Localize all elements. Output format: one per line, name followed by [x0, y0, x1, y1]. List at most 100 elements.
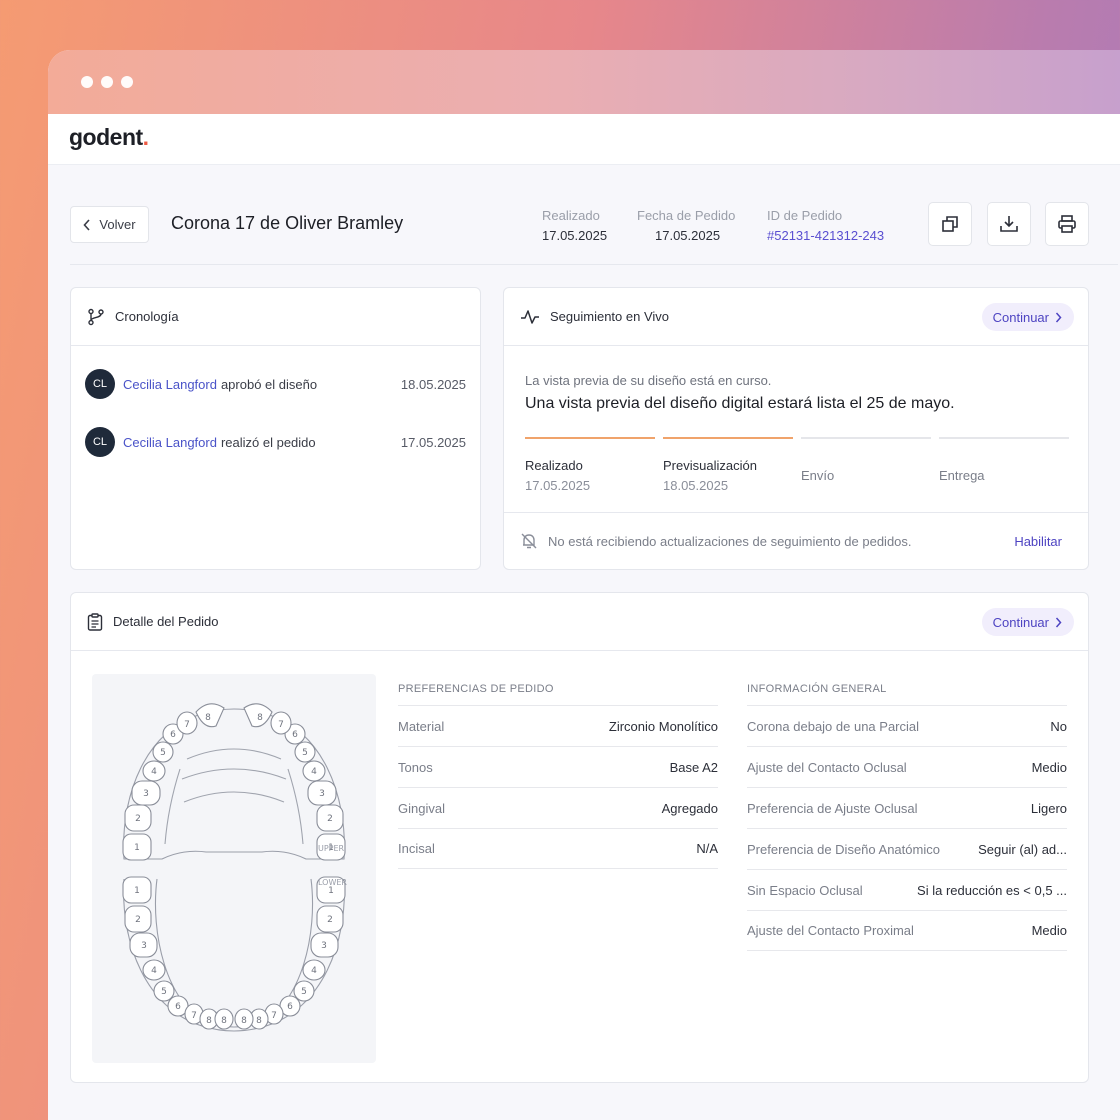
- bell-off-icon: [521, 533, 537, 549]
- svg-text:6: 6: [175, 1002, 181, 1012]
- logo[interactable]: godent.: [69, 124, 149, 151]
- svg-text:4: 4: [151, 767, 157, 777]
- window-dot-icon[interactable]: [101, 76, 113, 88]
- kv-row: Tonos Base A2: [398, 746, 718, 787]
- tooth-chart: 12345678 12345678 123456788 123456788 UP…: [92, 674, 376, 1063]
- tracking-message: Una vista previa del diseño digital esta…: [525, 395, 955, 412]
- step-entrega: Entrega: [939, 437, 1069, 483]
- meta-label: Fecha de Pedido: [637, 208, 736, 223]
- timeline-title: Cronología: [115, 309, 179, 324]
- back-button[interactable]: Volver: [70, 206, 149, 243]
- continue-label: Continuar: [992, 614, 1049, 630]
- kv-key: Corona debajo de una Parcial: [747, 718, 920, 734]
- kv-value: Base A2: [669, 759, 718, 775]
- svg-text:1: 1: [134, 843, 140, 853]
- svg-text:7: 7: [278, 720, 284, 730]
- kv-value: Medio: [1031, 923, 1067, 938]
- logo-dot: .: [142, 124, 149, 150]
- meta-fecha-pedido: Fecha de Pedido 17.05.2025: [637, 208, 735, 243]
- user-link[interactable]: Cecilia Langford: [123, 435, 217, 450]
- browser-window: godent. Volver Corona 17 de Oliver Braml…: [48, 50, 1120, 1120]
- continue-button[interactable]: Continuar: [981, 303, 1074, 331]
- timeline-item: CL Cecilia Langford realizó el pedido 17…: [85, 427, 466, 457]
- svg-text:8: 8: [221, 1016, 227, 1026]
- timeline-card: Cronología CL Cecilia Langford aprobó el…: [70, 287, 481, 570]
- order-id-link[interactable]: #52131-421312-243: [767, 228, 884, 243]
- kv-row: Corona debajo de una Parcial No: [747, 705, 1067, 746]
- kv-value: N/A: [696, 841, 718, 856]
- svg-text:5: 5: [301, 987, 307, 997]
- kv-row: Gingival Agregado: [398, 787, 718, 828]
- kv-value: Si la reducción es < 0,5 ...: [917, 882, 1067, 898]
- svg-text:6: 6: [292, 730, 298, 740]
- svg-text:3: 3: [321, 941, 327, 951]
- step-realizado: Realizado 17.05.2025: [525, 437, 655, 493]
- meta-value: 17.05.2025: [542, 228, 608, 243]
- kv-value: Medio: [1031, 759, 1067, 775]
- continue-label: Continuar: [992, 309, 1049, 325]
- logo-text: godent: [69, 124, 143, 150]
- svg-text:4: 4: [311, 767, 317, 777]
- kv-key: Preferencia de Ajuste Oclusal: [747, 800, 918, 816]
- upper-label: UPPER: [318, 844, 345, 853]
- timeline-date: 18.05.2025: [400, 376, 466, 392]
- preferences-title: PREFERENCIAS DE PEDIDO: [398, 683, 554, 695]
- tracking-notice: No está recibiendo actualizaciones de se…: [504, 512, 1088, 569]
- window-dot-icon[interactable]: [121, 76, 133, 88]
- kv-key: Gingival: [398, 800, 445, 816]
- svg-text:8: 8: [256, 1016, 262, 1026]
- clipboard-icon: [87, 612, 103, 631]
- chevron-left-icon: [83, 218, 91, 231]
- order-detail-title: Detalle del Pedido: [113, 614, 219, 629]
- meta-id-pedido: ID de Pedido #52131-421312-243: [767, 208, 884, 243]
- kv-key: Material: [398, 718, 445, 734]
- svg-text:5: 5: [160, 748, 166, 758]
- svg-text:3: 3: [141, 941, 147, 951]
- window-dot-icon[interactable]: [81, 76, 93, 88]
- step-bar: [801, 437, 931, 439]
- order-detail-card: Detalle del Pedido Continuar 1 2 3 4 5 6…: [70, 592, 1089, 1083]
- activity-icon: [521, 309, 539, 324]
- copy-icon: [942, 216, 958, 232]
- step-date: 17.05.2025: [525, 478, 591, 493]
- timeline-action: realizó el pedido: [220, 434, 316, 450]
- kv-key: Tonos: [398, 759, 433, 775]
- kv-key: Incisal: [398, 841, 435, 856]
- kv-row: Sin Espacio Oclusal Si la reducción es <…: [747, 869, 1067, 910]
- svg-text:8: 8: [205, 713, 211, 723]
- step-label: Envío: [801, 468, 835, 483]
- user-link[interactable]: Cecilia Langford: [123, 377, 217, 392]
- kv-row: Material Zirconio Monolítico: [398, 705, 718, 746]
- svg-text:2: 2: [135, 814, 141, 824]
- svg-text:4: 4: [311, 966, 317, 976]
- download-button[interactable]: [987, 202, 1031, 246]
- svg-text:8: 8: [257, 713, 263, 723]
- kv-value: No: [1050, 718, 1067, 734]
- svg-text:8: 8: [206, 1016, 212, 1026]
- window-titlebar: [48, 50, 1120, 114]
- svg-text:7: 7: [271, 1011, 277, 1021]
- chevron-right-icon: [1055, 617, 1062, 627]
- tracking-card: Seguimiento en Vivo Continuar La vista p…: [503, 287, 1089, 570]
- enable-link[interactable]: Habilitar: [1014, 534, 1062, 549]
- svg-text:6: 6: [287, 1002, 293, 1012]
- step-date: 18.05.2025: [663, 478, 729, 493]
- copy-button[interactable]: [928, 202, 972, 246]
- notice-text: No está recibiendo actualizaciones de se…: [548, 533, 912, 549]
- print-button[interactable]: [1045, 202, 1089, 246]
- step-previsualizacion: Previsualización 18.05.2025: [663, 437, 793, 493]
- svg-text:6: 6: [170, 730, 176, 740]
- back-label: Volver: [99, 217, 136, 232]
- step-bar: [939, 437, 1069, 439]
- kv-row: Preferencia de Diseño Anatómico Seguir (…: [747, 828, 1067, 869]
- lower-label: LOWER: [318, 878, 347, 887]
- svg-text:7: 7: [184, 720, 190, 730]
- tracking-subtitle: La vista previa de su diseño está en cur…: [525, 373, 772, 388]
- tracking-title: Seguimiento en Vivo: [550, 309, 670, 324]
- continue-button[interactable]: Continuar: [981, 608, 1074, 636]
- svg-text:8: 8: [241, 1016, 247, 1026]
- kv-value: Seguir (al) ad...: [978, 841, 1067, 857]
- kv-key: Ajuste del Contacto Proximal: [747, 923, 914, 938]
- step-label: Realizado: [525, 458, 583, 473]
- svg-text:5: 5: [161, 987, 167, 997]
